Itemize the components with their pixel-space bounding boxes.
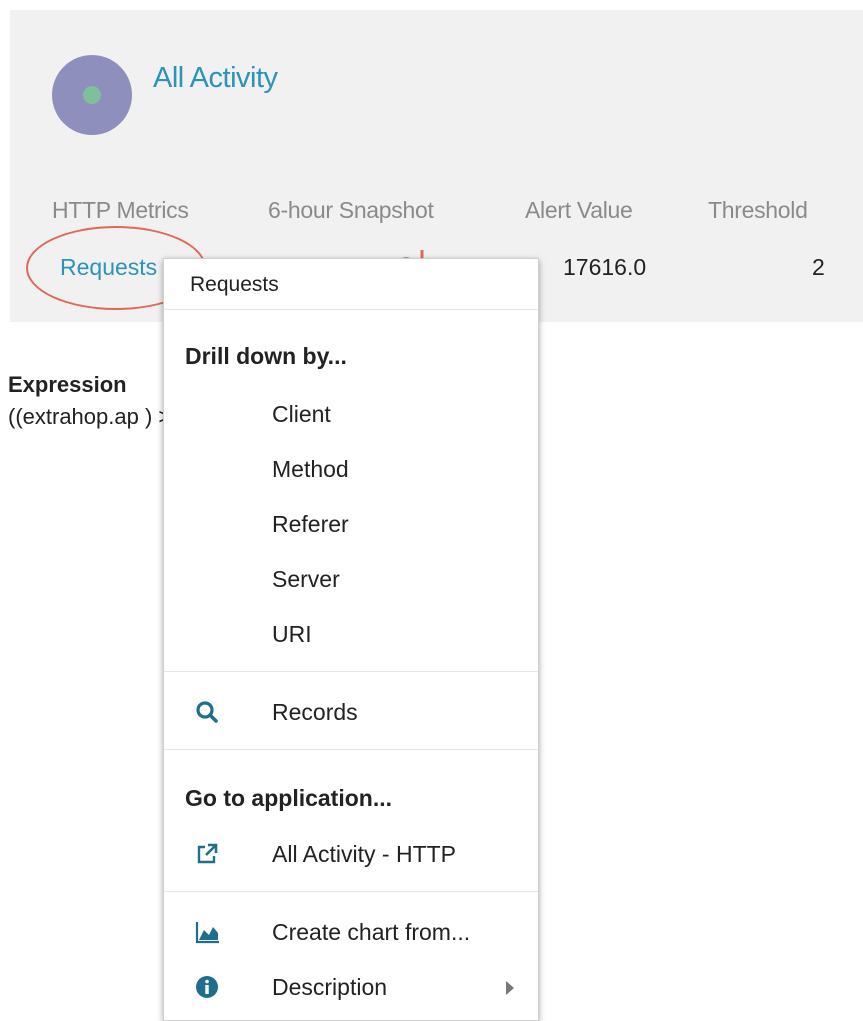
status-dot (83, 86, 101, 104)
context-menu: Requests Drill down by... Client Method … (163, 258, 539, 1021)
menu-divider (164, 749, 538, 750)
avatar (52, 55, 132, 135)
menu-item-label: Method (272, 456, 349, 482)
menu-divider (164, 891, 538, 892)
column-header-snapshot: 6-hour Snapshot (268, 197, 434, 223)
column-header-threshold: Threshold (708, 197, 808, 223)
drill-down-server[interactable]: Server (164, 558, 538, 602)
drill-down-uri[interactable]: URI (164, 613, 538, 657)
drill-down-referer[interactable]: Referer (164, 503, 538, 547)
alert-value: 17616.0 (563, 254, 647, 280)
area-chart-icon (195, 922, 219, 944)
create-chart-menu-item[interactable]: Create chart from... (164, 911, 538, 955)
records-menu-item[interactable]: Records (164, 691, 538, 735)
search-icon (196, 701, 218, 723)
info-icon (196, 976, 218, 998)
go-to-application-section-label: Go to application... (185, 785, 392, 811)
column-header-metric: HTTP Metrics (52, 197, 189, 223)
menu-item-label: Records (272, 699, 358, 725)
menu-divider (164, 671, 538, 672)
menu-item-label: Server (272, 566, 340, 592)
menu-item-label: Client (272, 401, 331, 427)
menu-item-label: Description (272, 974, 388, 1000)
column-header-alert-value: Alert Value (525, 197, 633, 223)
menu-item-label: Create chart from... (272, 919, 471, 945)
drill-down-client[interactable]: Client (164, 393, 538, 437)
menu-item-label: URI (272, 621, 312, 647)
menu-divider (164, 309, 538, 310)
menu-header: Requests (190, 273, 279, 296)
threshold-value: 2 (812, 254, 825, 280)
drill-down-method[interactable]: Method (164, 448, 538, 492)
drill-down-section-label: Drill down by... (185, 343, 347, 369)
description-menu-item[interactable]: Description (164, 966, 538, 1010)
all-activity-http-link[interactable]: All Activity - HTTP (164, 833, 538, 877)
menu-item-label: All Activity - HTTP (272, 841, 457, 867)
menu-item-label: Referer (272, 511, 349, 537)
submenu-arrow-icon (506, 981, 514, 995)
external-link-icon (197, 843, 218, 864)
expression-label: Expression (8, 372, 127, 397)
page-title[interactable]: All Activity (153, 62, 278, 95)
